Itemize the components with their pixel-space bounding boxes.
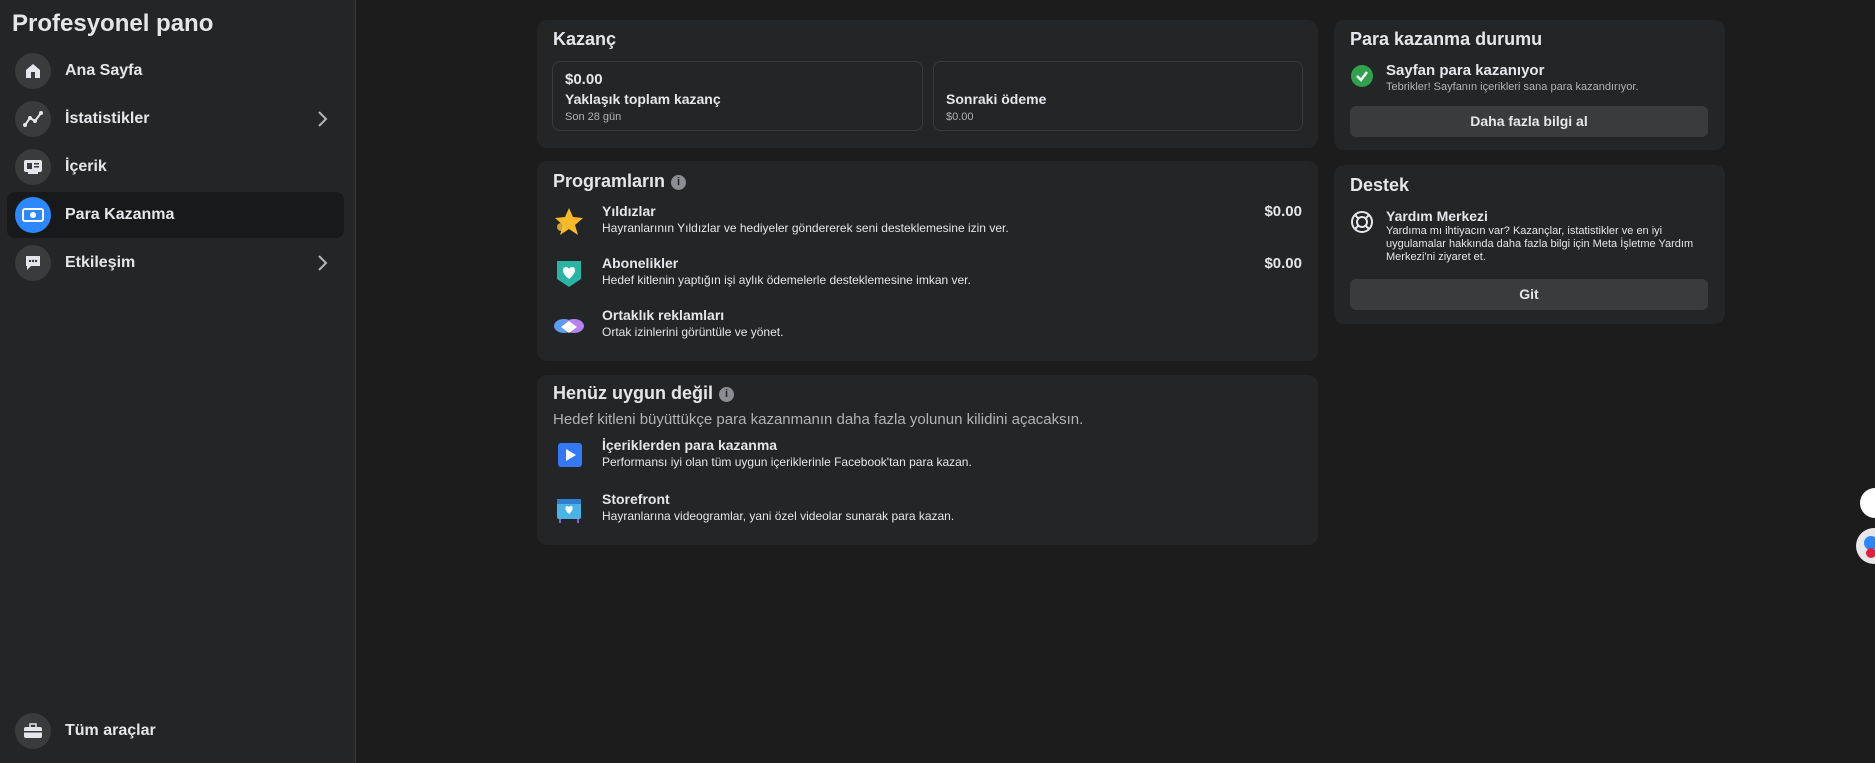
sidebar-item-content[interactable]: İçerik (7, 144, 344, 190)
program-desc: Performansı iyi olan tüm uygun içerikler… (602, 455, 972, 469)
next-payment-label: Sonraki ödeme (946, 91, 1047, 107)
sidebar-item-label: Etkileşim (65, 254, 136, 271)
sidebar-item-label: Para Kazanma (65, 206, 175, 223)
chevron-right-icon (318, 255, 328, 271)
info-icon[interactable]: i (719, 387, 734, 402)
total-earnings-box: $0.00 Yaklaşık toplam kazanç Son 28 gün (552, 61, 923, 131)
status-heading: Sayfan para kazanıyor (1386, 62, 1545, 79)
play-icon (558, 443, 582, 467)
program-row-content-monetization[interactable]: İçeriklerden para kazanma Performansı iy… (553, 437, 1302, 477)
program-row-subscriptions[interactable]: Abonelikler Hedef kitlenin yaptığın işi … (553, 255, 1302, 295)
info-icon[interactable]: i (671, 175, 687, 190)
program-desc: Ortak izinlerini görüntüle ve yönet. (602, 325, 784, 339)
go-button[interactable]: Git (1350, 279, 1708, 310)
sidebar-item-stats[interactable]: İstatistikler (7, 96, 344, 142)
program-amount: $0.00 (1264, 203, 1302, 220)
sidebar-item-all-tools[interactable]: Tüm araçlar (7, 708, 344, 754)
sidebar-item-label: İçerik (65, 158, 107, 175)
next-payment-value: $0.00 (946, 111, 974, 123)
monetization-icon (15, 197, 51, 233)
program-desc: Hayranlarının Yıldızlar ve hediyeler gön… (602, 221, 1009, 235)
program-row-storefront[interactable]: Storefront Hayranlarına videogramlar, ya… (553, 491, 1302, 531)
home-icon (15, 53, 51, 89)
next-payment-box: Sonraki ödeme $0.00 (933, 61, 1303, 131)
chat-icon (15, 245, 51, 281)
program-title: Ortaklık reklamları (602, 307, 725, 323)
not-eligible-title: Henüz uygun değil i (553, 383, 734, 404)
monetization-status-card: Para kazanma durumu Sayfan para kazanıyo… (1334, 20, 1725, 150)
total-earnings-value: $0.00 (565, 71, 603, 88)
not-eligible-card: Henüz uygun değil i Hedef kitleni büyüttü… (537, 375, 1318, 545)
program-desc: Hedef kitlenin yaptığın işi aylık ödemel… (602, 273, 971, 287)
sidebar-title: Profesyonel pano (12, 10, 214, 37)
total-earnings-period: Son 28 gün (565, 111, 622, 123)
support-title: Destek (1350, 175, 1410, 195)
programs-title: Programların i (553, 171, 687, 192)
sidebar-item-label: Tüm araçlar (65, 722, 156, 739)
program-title: Storefront (602, 491, 670, 507)
support-heading: Yardım Merkezi (1386, 208, 1488, 224)
lifebuoy-icon (1351, 211, 1373, 233)
program-desc: Hayranlarına videogramlar, yani özel vid… (602, 509, 955, 523)
stats-icon (15, 101, 51, 137)
programs-title-text: Programların (553, 171, 666, 191)
check-circle-icon (1351, 65, 1373, 87)
sidebar-item-monetization[interactable]: Para Kazanma (7, 192, 344, 238)
storefront-icon (557, 499, 581, 523)
toolbox-icon (15, 713, 51, 749)
total-earnings-label: Yaklaşık toplam kazanç (565, 91, 721, 107)
sidebar-item-engagement[interactable]: Etkileşim (7, 240, 344, 286)
program-row-stars[interactable]: Yıldızlar Hayranlarının Yıldızlar ve hed… (553, 203, 1302, 243)
handshake-icon (554, 319, 584, 333)
earnings-card: Kazanç $0.00 Yaklaşık toplam kazanç Son … (537, 20, 1318, 148)
status-title: Para kazanma durumu (1350, 29, 1543, 49)
chevron-right-icon (318, 111, 328, 127)
program-title: İçeriklerden para kazanma (602, 437, 778, 453)
star-icon (555, 208, 583, 235)
support-card: Destek Yardım Merkezi Yardıma mı ihtiyac… (1334, 165, 1725, 324)
content-icon (15, 149, 51, 185)
support-desc: Yardıma mı ihtiyacın var? Kazançlar, ist… (1386, 225, 1694, 263)
sidebar-item-home[interactable]: Ana Sayfa (7, 48, 344, 94)
sidebar-item-label: İstatistikler (65, 110, 150, 127)
sidebar-item-label: Ana Sayfa (65, 62, 143, 79)
floating-chat-head[interactable] (1860, 488, 1875, 518)
learn-more-button[interactable]: Daha fazla bilgi al (1350, 106, 1708, 137)
not-eligible-title-text: Henüz uygun değil (553, 383, 713, 403)
program-title: Abonelikler (602, 255, 679, 271)
notification-dot (1866, 548, 1875, 558)
sidebar: Profesyonel pano Ana Sayfa İstatistikler… (0, 0, 356, 763)
heart-badge-icon (557, 261, 581, 287)
earnings-title: Kazanç (553, 29, 617, 49)
program-row-partnership-ads[interactable]: Ortaklık reklamları Ortak izinlerini gör… (553, 307, 1302, 347)
floating-avatar[interactable] (1856, 528, 1875, 564)
programs-card: Programların i Yıldızlar Hayranlarının Yı… (537, 161, 1318, 361)
program-amount: $0.00 (1264, 255, 1302, 272)
not-eligible-subtitle: Hedef kitleni büyüttükçe para kazanmanın… (553, 411, 1084, 428)
status-desc: Tebrikler! Sayfanın içerikleri sana para… (1386, 81, 1639, 93)
program-title: Yıldızlar (602, 203, 656, 219)
